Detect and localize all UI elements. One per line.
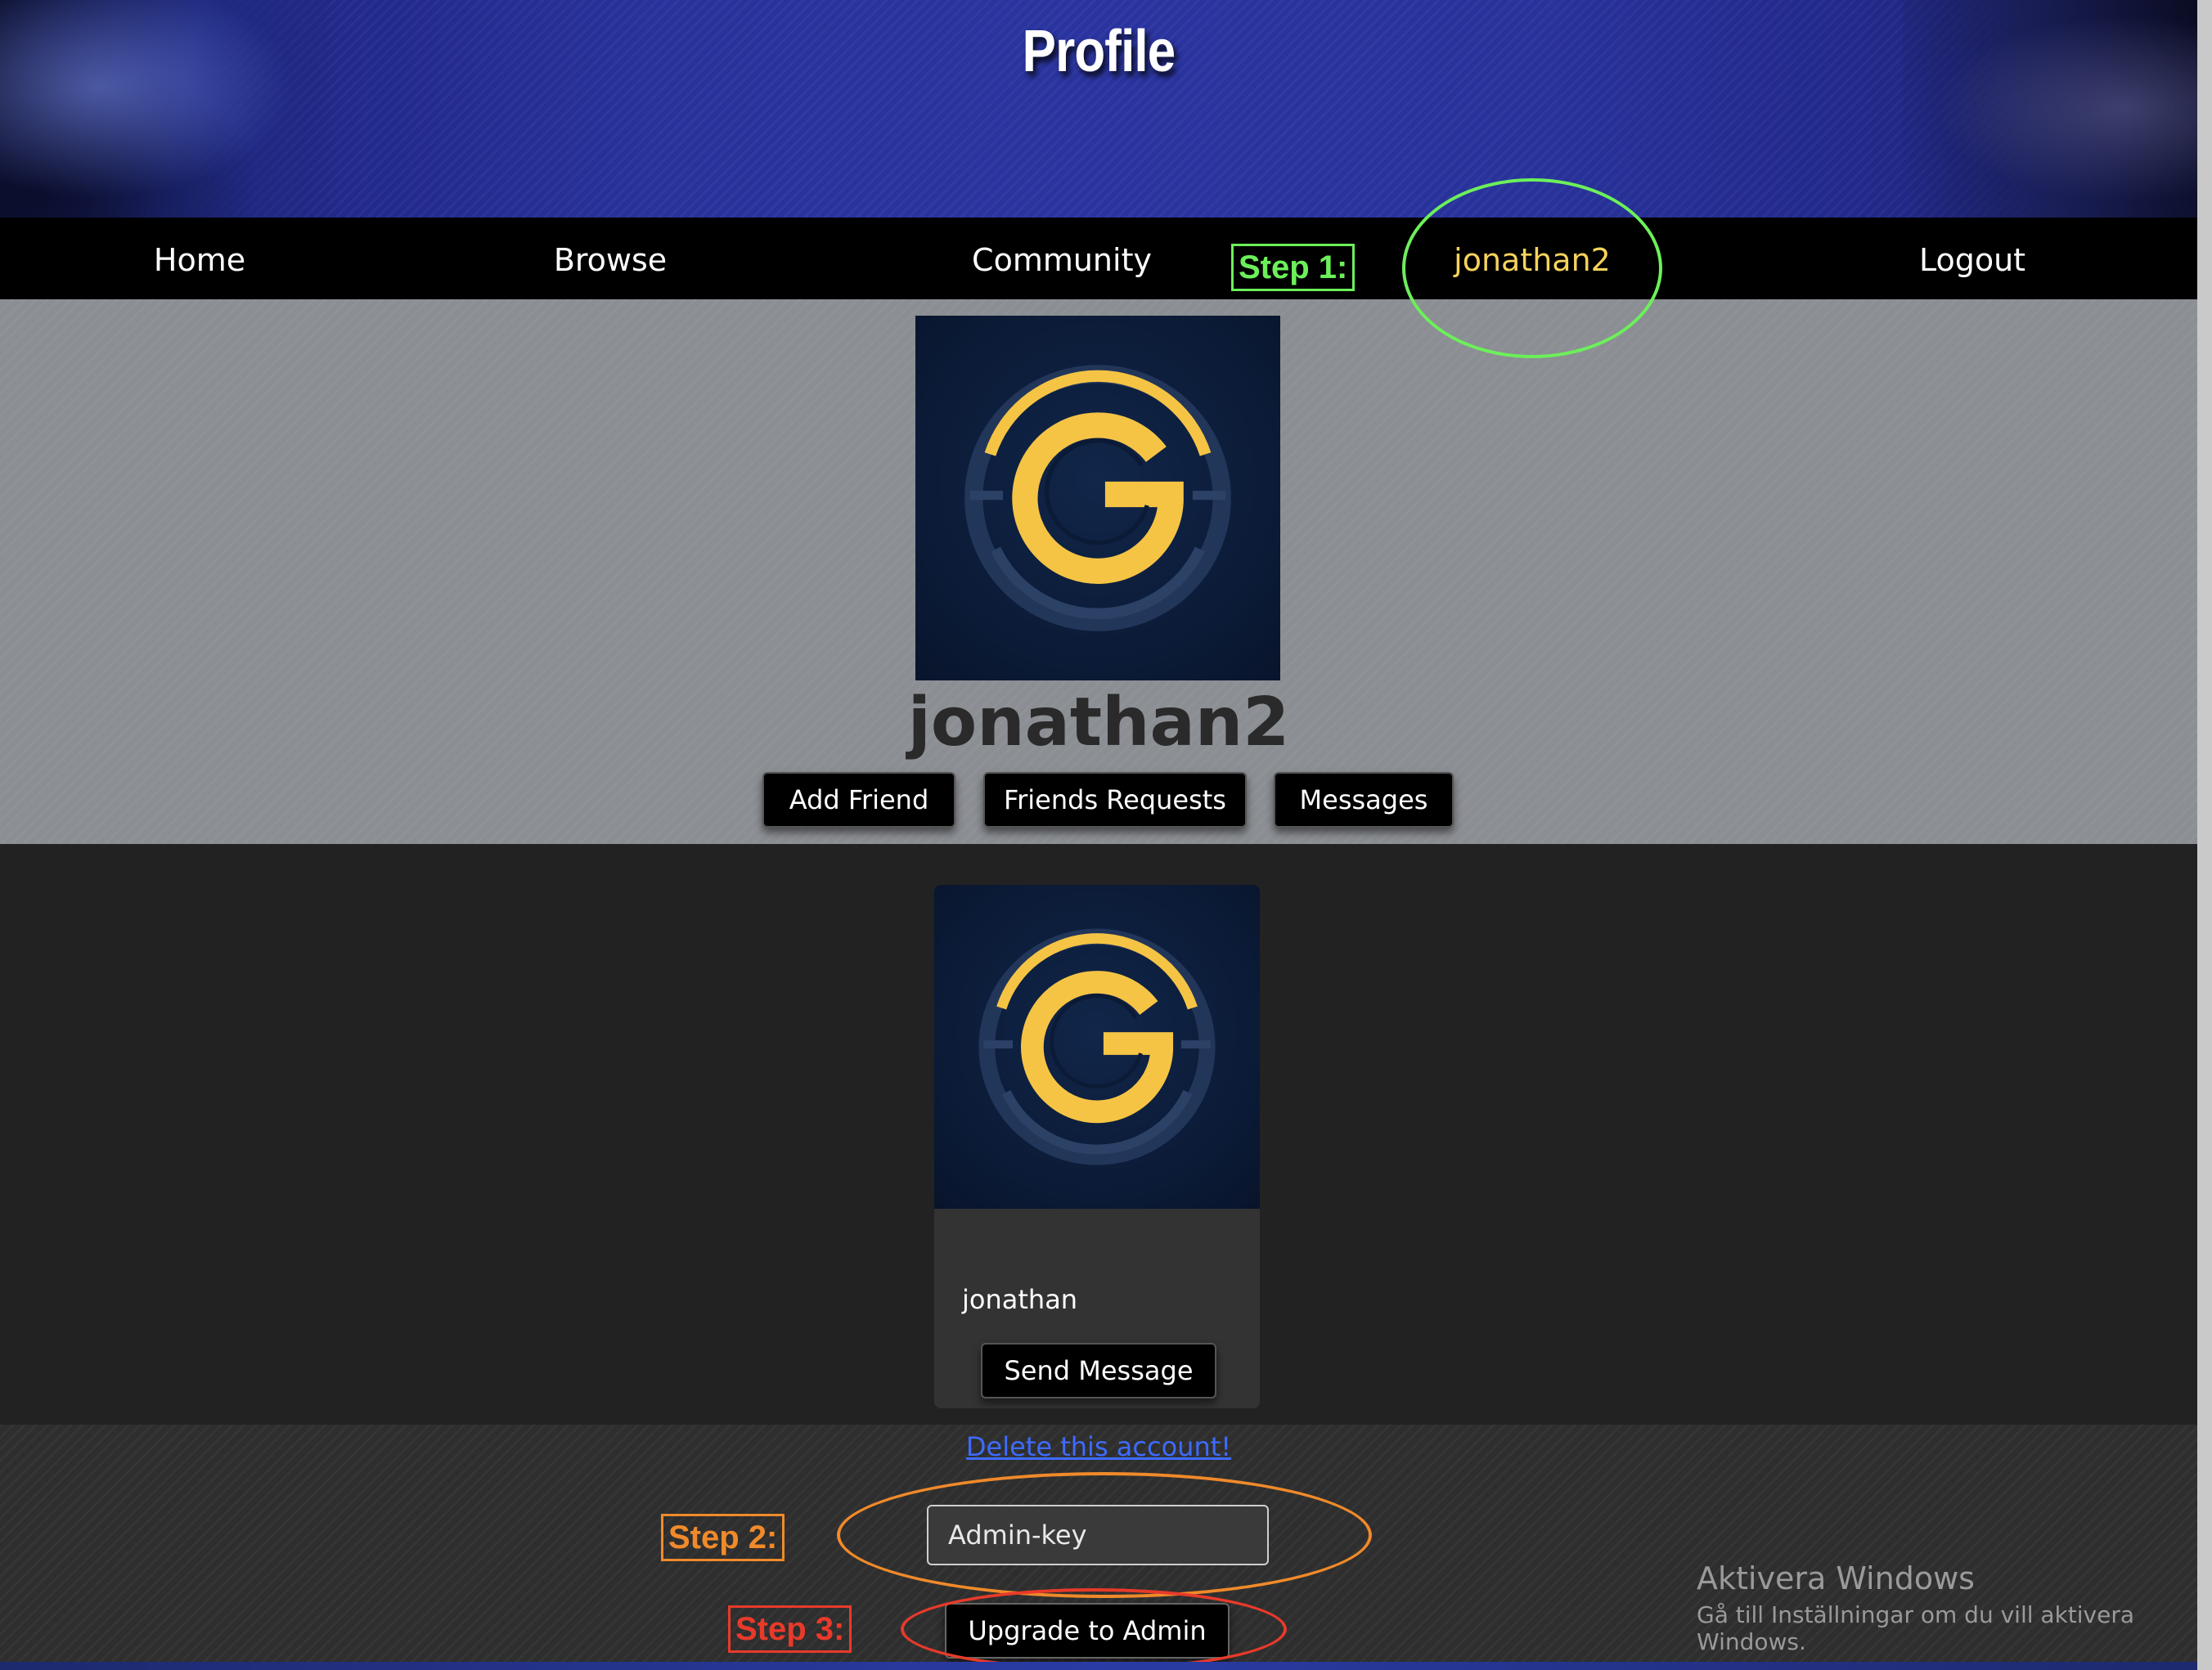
windows-activation-watermark: Aktivera Windows Gå till Inställningar o… xyxy=(1697,1560,2212,1655)
profile-avatar xyxy=(915,316,1280,680)
friend-avatar xyxy=(934,885,1260,1209)
nav-logout[interactable]: Logout xyxy=(1919,218,2025,299)
watermark-title: Aktivera Windows xyxy=(1697,1560,1975,1596)
upgrade-to-admin-button[interactable]: Upgrade to Admin xyxy=(945,1603,1230,1659)
header-banner: Profile xyxy=(0,0,2197,218)
nav-profile-jonathan2[interactable]: jonathan2 xyxy=(1454,218,1611,299)
nav-home[interactable]: Home xyxy=(154,218,245,299)
g-logo-icon xyxy=(964,365,1231,631)
friend-name: jonathan xyxy=(962,1284,1078,1315)
watermark-subtitle: Gå till Inställningar om du vill aktiver… xyxy=(1697,1601,2135,1655)
add-friend-button[interactable]: Add Friend xyxy=(762,772,955,828)
footer-edge xyxy=(0,1662,2197,1670)
profile-username: jonathan2 xyxy=(907,684,1290,761)
nav-community[interactable]: Community xyxy=(972,218,1152,299)
g-logo-icon xyxy=(978,928,1216,1165)
friends-list: jonathan Send Message xyxy=(0,844,2197,1425)
delete-account-link[interactable]: Delete this account! xyxy=(0,1431,2197,1462)
profile-hero: jonathan2 Add Friend Friends Requests Me… xyxy=(0,299,2197,844)
window-edge xyxy=(2197,0,2212,1670)
nav-browse[interactable]: Browse xyxy=(554,218,667,299)
friend-card: jonathan Send Message xyxy=(934,885,1260,1408)
step-3-annotation: Step 3: xyxy=(728,1605,852,1653)
step-1-annotation: Step 1: xyxy=(1231,244,1356,291)
send-message-button[interactable]: Send Message xyxy=(981,1343,1216,1398)
navbar: Home Browse Community jonathan2 Logout xyxy=(0,218,2197,299)
messages-button[interactable]: Messages xyxy=(1274,772,1454,828)
step-2-annotation: Step 2: xyxy=(661,1514,785,1561)
admin-key-input[interactable] xyxy=(927,1505,1269,1565)
friend-requests-button[interactable]: Friends Requests xyxy=(983,772,1247,828)
page-title: Profile xyxy=(1022,19,1176,84)
